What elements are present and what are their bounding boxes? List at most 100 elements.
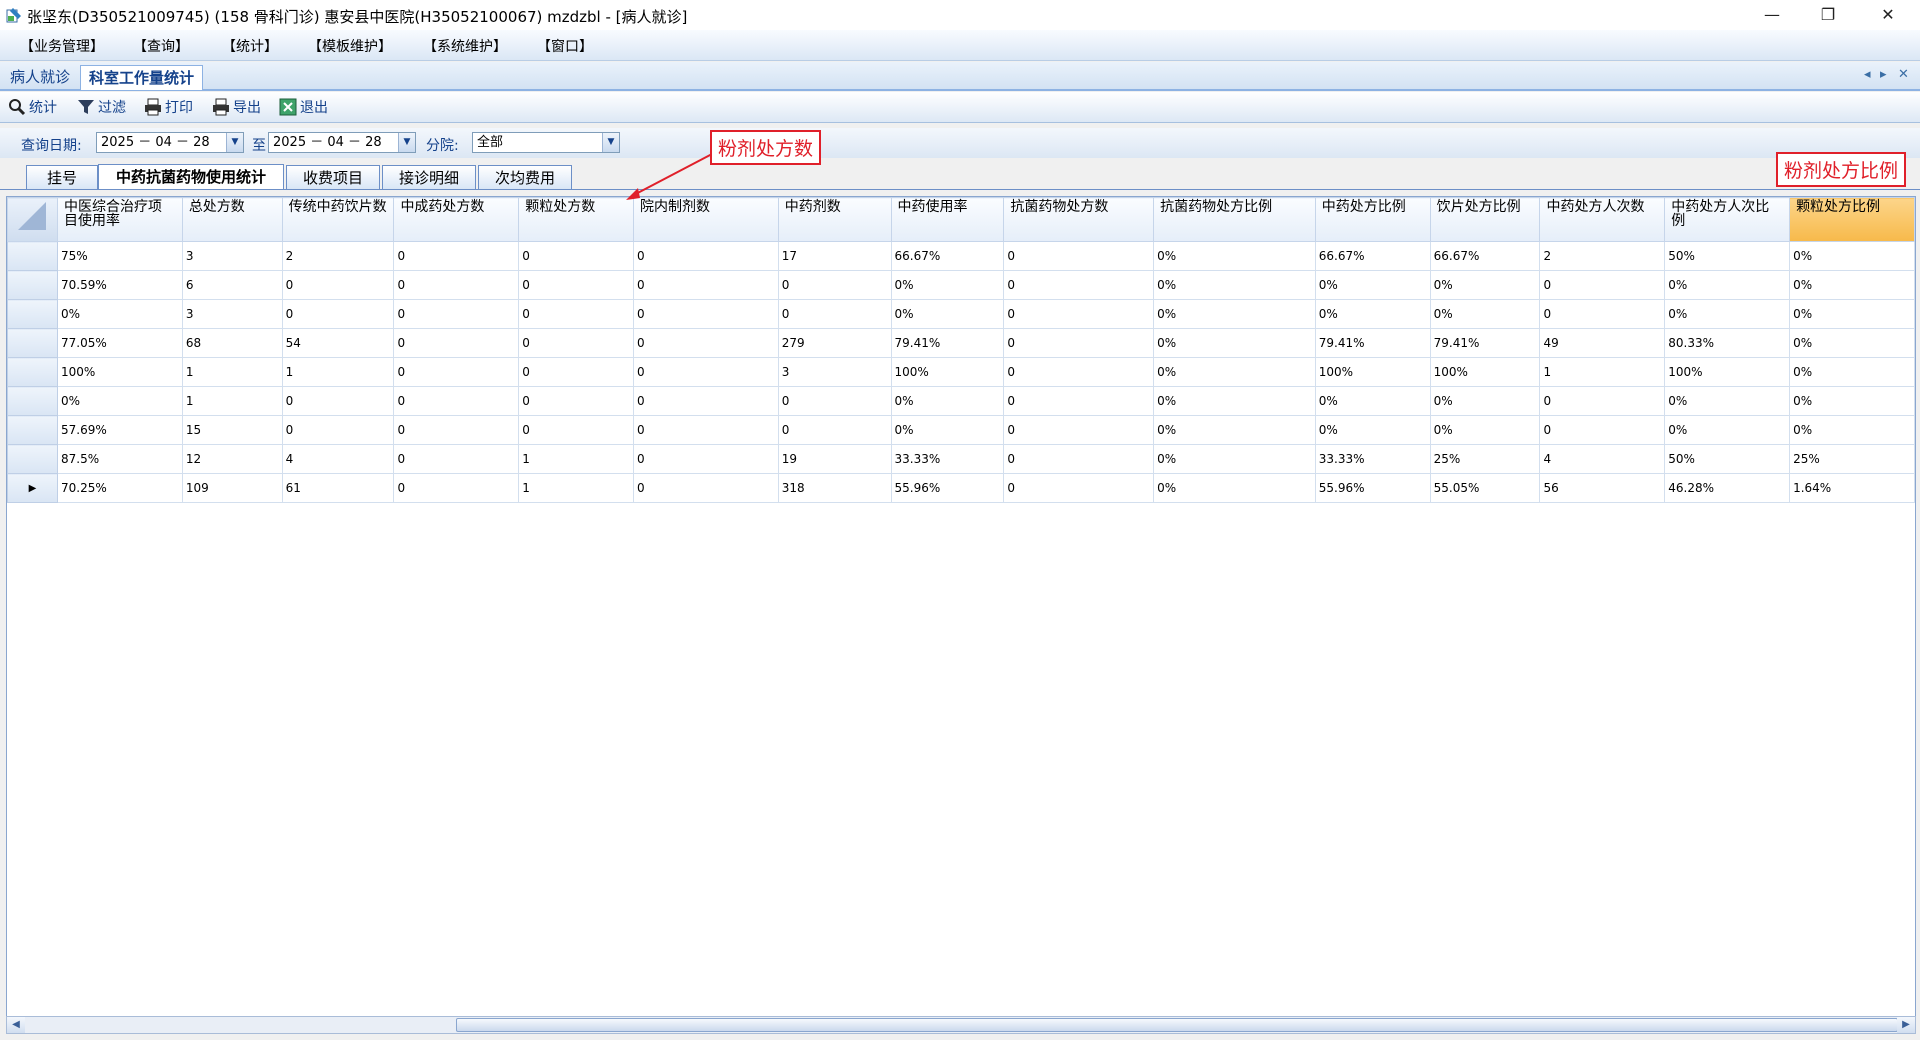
table-cell[interactable]: 0 (1003, 241, 1155, 271)
table-cell[interactable]: 0% (1153, 386, 1316, 416)
col-header[interactable]: 中药使用率 (890, 197, 1005, 242)
chevron-down-icon[interactable]: ▼ (602, 133, 619, 152)
table-cell[interactable]: 0% (56, 386, 183, 416)
table-cell[interactable]: 33.33% (890, 444, 1005, 474)
table-row[interactable]: 0% 3 0 0 0 0 0 0% 0 0% 0% 0% 0 0% 0% (7, 299, 1915, 329)
tab-patient-visit[interactable]: 病人就诊 (2, 65, 78, 89)
table-cell[interactable]: 17 (777, 241, 892, 271)
selected-cell[interactable]: 1.64% (1789, 473, 1915, 503)
table-cell[interactable]: 100% (1664, 357, 1791, 387)
table-cell[interactable]: 49 (1539, 328, 1666, 358)
table-cell[interactable]: 3 (777, 357, 892, 387)
table-cell[interactable]: 0% (1429, 270, 1541, 300)
table-cell[interactable]: 0% (1664, 386, 1791, 416)
table-cell[interactable]: 79.41% (1429, 328, 1541, 358)
table-row[interactable]: 87.5% 12 4 0 1 0 19 33.33% 0 0% 33.33% 25% 4 50% 25% (7, 444, 1915, 474)
export-button[interactable]: 导出 (212, 97, 261, 117)
table-cell[interactable]: 0 (393, 415, 520, 445)
table-cell[interactable]: 0% (1789, 415, 1915, 445)
table-cell[interactable]: 0 (518, 415, 634, 445)
table-cell[interactable]: 0% (1153, 328, 1316, 358)
table-cell[interactable]: 66.67% (890, 241, 1005, 271)
table-cell[interactable]: 0% (1789, 386, 1915, 416)
table-row[interactable]: 75% 3 2 0 0 0 17 66.67% 0 0% 66.67% 66.67% 2 50% 0% (7, 241, 1915, 271)
tab-scroll-left-icon[interactable]: ◂ (1864, 67, 1871, 82)
table-cell[interactable]: 0 (1539, 415, 1666, 445)
table-cell[interactable]: 0% (1153, 299, 1316, 329)
table-cell[interactable]: 0 (1003, 444, 1155, 474)
table-cell[interactable]: 0 (518, 357, 634, 387)
col-header[interactable]: 中药处方人次数 (1539, 197, 1666, 242)
table-cell[interactable]: 0% (1429, 415, 1541, 445)
table-cell[interactable]: 55.96% (890, 473, 1005, 503)
menu-system[interactable]: 【系统维护】 (423, 36, 507, 56)
table-cell[interactable]: 0% (1789, 357, 1915, 387)
table-cell[interactable]: 0% (890, 270, 1005, 300)
table-cell[interactable]: 0% (890, 386, 1005, 416)
table-cell[interactable]: 109 (181, 473, 283, 503)
table-cell[interactable]: 79.41% (1314, 328, 1431, 358)
table-cell[interactable]: 100% (56, 357, 183, 387)
col-header[interactable]: 传统中药饮片数 (281, 197, 395, 242)
table-cell[interactable]: 50% (1664, 444, 1791, 474)
table-cell[interactable]: 2 (1539, 241, 1666, 271)
table-cell[interactable]: 55.05% (1429, 473, 1541, 503)
table-cell[interactable]: 0 (393, 357, 520, 387)
col-header[interactable]: 总处方数 (181, 197, 283, 242)
table-cell[interactable]: 0% (56, 299, 183, 329)
table-row[interactable]: 100% 1 1 0 0 0 3 100% 0 0% 100% 100% 1 100% 0% (7, 357, 1915, 387)
table-cell[interactable]: 0 (518, 299, 634, 329)
table-cell[interactable]: 1 (1539, 357, 1666, 387)
table-cell[interactable]: 6 (181, 270, 283, 300)
table-cell[interactable]: 0 (393, 328, 520, 358)
table-cell[interactable]: 0 (518, 241, 634, 271)
table-cell[interactable]: 19 (777, 444, 892, 474)
table-cell[interactable]: 0 (1539, 386, 1666, 416)
table-cell[interactable]: 54 (281, 328, 395, 358)
table-cell[interactable]: 0 (633, 241, 779, 271)
tab-dept-workload[interactable]: 科室工作量统计 (80, 65, 204, 90)
table-cell[interactable]: 0% (1664, 299, 1791, 329)
table-cell[interactable]: 0 (518, 386, 634, 416)
scroll-right-icon[interactable]: ▶ (1897, 1017, 1915, 1033)
grid-corner[interactable] (7, 197, 58, 242)
table-cell[interactable]: 0 (633, 270, 779, 300)
table-cell[interactable]: 0% (1789, 241, 1915, 271)
table-cell[interactable]: 46.28% (1664, 473, 1791, 503)
table-cell[interactable]: 0% (1314, 270, 1431, 300)
table-row[interactable]: 0% 1 0 0 0 0 0 0% 0 0% 0% 0% 0 0% 0% (7, 386, 1915, 416)
table-cell[interactable]: 75% (56, 241, 183, 271)
table-cell[interactable]: 0 (1003, 299, 1155, 329)
table-cell[interactable]: 0% (1153, 241, 1316, 271)
chevron-down-icon[interactable]: ▼ (398, 133, 415, 152)
table-cell[interactable]: 80.33% (1664, 328, 1791, 358)
menu-query[interactable]: 【查询】 (133, 36, 189, 56)
table-cell[interactable]: 0% (890, 415, 1005, 445)
subtab-tcm-antibiotic[interactable]: 中药抗菌药物使用统计 (98, 164, 284, 190)
table-row[interactable]: 70.59% 6 0 0 0 0 0 0% 0 0% 0% 0% 0 0% 0% (7, 270, 1915, 300)
exit-button[interactable]: 退出 (279, 97, 328, 117)
table-cell[interactable]: 77.05% (56, 328, 183, 358)
table-cell[interactable]: 0 (281, 299, 395, 329)
scroll-thumb[interactable] (456, 1018, 1898, 1032)
col-header[interactable]: 抗菌药物处方数 (1003, 197, 1155, 242)
table-row[interactable]: ▶ 70.25% 109 61 0 1 0 318 55.96% 0 0% 55.96% 55.05% 5… (7, 473, 1915, 503)
close-window-button[interactable]: ✕ (1860, 0, 1916, 30)
row-header[interactable] (7, 270, 58, 300)
table-cell[interactable]: 100% (1429, 357, 1541, 387)
table-cell[interactable]: 318 (777, 473, 892, 503)
table-cell[interactable]: 0 (393, 270, 520, 300)
table-cell[interactable]: 0% (1789, 299, 1915, 329)
table-cell[interactable]: 0 (1003, 270, 1155, 300)
date-from-picker[interactable]: 2025 － 04 － 28 ▼ (96, 132, 244, 153)
table-cell[interactable]: 0 (633, 328, 779, 358)
table-cell[interactable]: 4 (1539, 444, 1666, 474)
restore-button[interactable]: ❐ (1800, 0, 1856, 30)
table-cell[interactable]: 1 (518, 444, 634, 474)
table-cell[interactable]: 68 (181, 328, 283, 358)
table-cell[interactable]: 279 (777, 328, 892, 358)
table-cell[interactable]: 25% (1789, 444, 1915, 474)
table-cell[interactable]: 0 (633, 473, 779, 503)
table-cell[interactable]: 70.59% (56, 270, 183, 300)
table-cell[interactable]: 79.41% (890, 328, 1005, 358)
